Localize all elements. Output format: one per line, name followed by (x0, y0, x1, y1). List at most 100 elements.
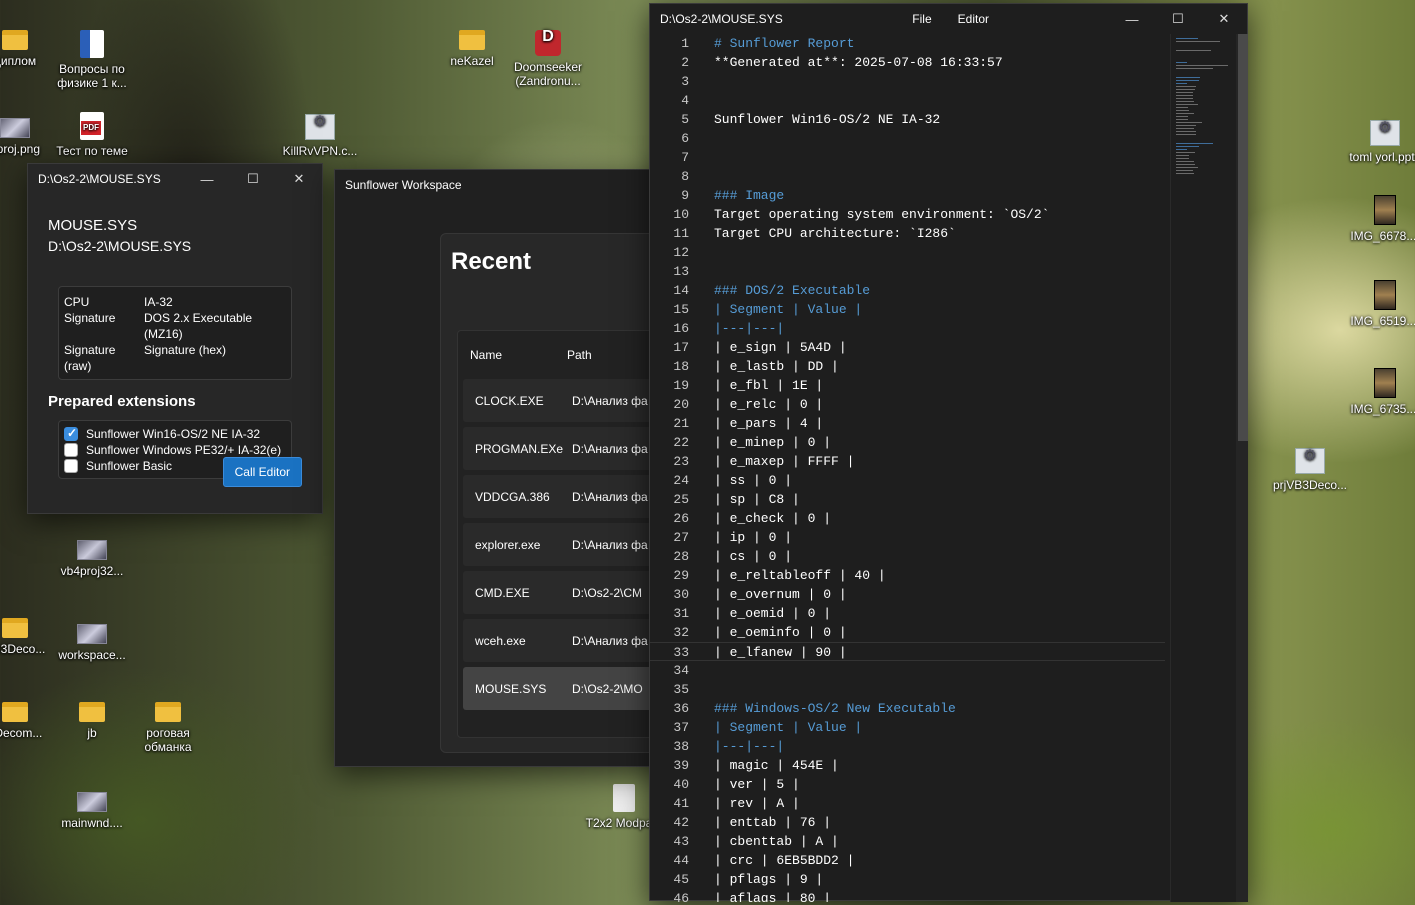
code-line: 23 | e_maxep | FFFF | (650, 452, 1165, 471)
extension-label: Sunflower Win16-OS/2 NE IA-32 (86, 427, 261, 441)
code-line: 10 Target operating system environment: `… (650, 205, 1165, 224)
menu-file[interactable]: File (912, 12, 931, 26)
line-text (689, 661, 714, 680)
minimap[interactable] (1170, 34, 1236, 902)
desktop-icon[interactable]: Тест по теме (52, 112, 132, 158)
desktop-icon[interactable]: mainwnd.... (52, 792, 132, 830)
minimap-line (1176, 119, 1188, 120)
info-row: Signature DOS 2.x Executable (MZ16) (64, 310, 286, 342)
line-text (689, 91, 714, 110)
desktop-icon[interactable]: 3proj.png (0, 118, 55, 156)
code-editor[interactable]: 1 # Sunflower Report 2 **Generated at**: 20… (650, 34, 1165, 902)
maximize-icon[interactable]: ☐ (230, 164, 276, 194)
menu-editor[interactable]: Editor (958, 12, 989, 26)
call-editor-button[interactable]: Call Editor (222, 457, 302, 487)
code-line: 7 (650, 148, 1165, 167)
desktop-icon-label: IMG_6735.... (1350, 402, 1415, 416)
desktop-icon-label: IMG_6678.... (1350, 229, 1415, 243)
desktop-icon[interactable]: ⚙ toml yorl.pptx (1345, 120, 1415, 164)
minimap-line (1176, 128, 1194, 129)
code-line: 42 | enttab | 76 | (650, 813, 1165, 832)
extensions-heading: Prepared extensions (48, 393, 196, 410)
image-icon (0, 118, 30, 138)
image-icon (77, 624, 107, 644)
close-icon[interactable]: ✕ (1201, 4, 1247, 34)
row-name: PROGMAN.EXe (475, 441, 564, 456)
folder-icon (155, 702, 181, 722)
desktop-icon[interactable]: D Doomseeker (Zandronu... (508, 29, 588, 89)
minimap-line (1176, 50, 1211, 51)
code-line: 34 (650, 661, 1165, 680)
desktop-icon[interactable]: IMG_6735.... (1345, 368, 1415, 416)
line-text: | e_lastb | DD | (714, 359, 839, 374)
photo-icon (1374, 368, 1396, 398)
line-text: | cbenttab | A | (714, 834, 839, 849)
row-name: CMD.EXE (475, 585, 530, 600)
minimap-line (1176, 161, 1194, 162)
line-number: 7 (681, 150, 689, 165)
minimap-line (1176, 62, 1187, 63)
desktop-icon[interactable]: jb (52, 702, 132, 740)
code-line: 6 (650, 129, 1165, 148)
desktop-icon-label: Тест по теме (56, 144, 128, 158)
line-text: | ip | 0 | (714, 530, 793, 545)
desktop-icon[interactable]: диплом (0, 30, 55, 68)
extension-label: Sunflower Windows PE32/+ IA-32(e) (86, 443, 282, 457)
title-bar[interactable]: Sunflower Workspace (335, 170, 673, 200)
line-number: 4 (681, 93, 689, 108)
column-header-name[interactable]: Name (458, 348, 567, 362)
extension-checkbox-pe[interactable]: Sunflower Windows PE32/+ IA-32(e) (64, 442, 286, 458)
line-text (689, 129, 714, 148)
desktop-icon[interactable]: vb4proj32... (52, 540, 132, 578)
minimap-line (1176, 92, 1193, 93)
close-icon[interactable]: ✕ (276, 164, 322, 194)
code-line: 46 | aflags | 80 | (650, 889, 1165, 902)
line-text: | sp | C8 | (714, 492, 800, 507)
vertical-scrollbar[interactable] (1236, 34, 1248, 902)
desktop-icon[interactable]: 3Decom... (0, 702, 55, 740)
line-number: 31 (673, 606, 689, 621)
line-number: 24 (673, 473, 689, 488)
code-line: 1 # Sunflower Report (650, 34, 1165, 53)
line-number: 18 (673, 359, 689, 374)
desktop-icon[interactable]: ⚙ prjVB3Deco... (1270, 448, 1350, 492)
checkbox-icon[interactable] (64, 443, 78, 457)
line-number: 22 (673, 435, 689, 450)
folder-icon (2, 618, 28, 638)
line-text: ### DOS/2 Executable (714, 283, 871, 298)
desktop-icon[interactable]: Вопросы по физике 1 к... (52, 30, 132, 90)
line-text: # Sunflower Report (714, 36, 855, 51)
checkbox-checked-icon[interactable] (64, 426, 78, 441)
line-number: 6 (681, 131, 689, 146)
minimap-line (1176, 38, 1198, 39)
desktop-icon[interactable]: IMG_6519.... (1345, 280, 1415, 328)
desktop-icon[interactable]: роговая обманка (128, 702, 208, 754)
extension-checkbox-ne[interactable]: Sunflower Win16-OS/2 NE IA-32 (64, 426, 286, 442)
line-text: ### Windows-OS/2 New Executable (714, 701, 956, 716)
line-number: 19 (673, 378, 689, 393)
minimize-icon[interactable]: — (1109, 4, 1155, 34)
line-number: 37 (673, 720, 689, 735)
desktop-icon[interactable]: neKazel (432, 30, 512, 68)
image-icon (77, 792, 107, 812)
minimap-line (1176, 107, 1188, 108)
line-number: 39 (673, 758, 689, 773)
file-heading: MOUSE.SYS D:\Os2-2\MOUSE.SYS (48, 216, 322, 256)
scrollbar-thumb[interactable] (1238, 34, 1248, 441)
desktop-icon[interactable]: IMG_6678.... (1345, 195, 1415, 243)
info-value: DOS 2.x Executable (MZ16) (144, 311, 253, 341)
line-number: 46 (673, 891, 689, 902)
checkbox-icon[interactable] (64, 459, 78, 473)
line-text: Target operating system environment: `OS… (714, 207, 1050, 222)
desktop-icon[interactable]: VB3Deco... (0, 618, 55, 656)
line-number: 44 (673, 853, 689, 868)
title-bar[interactable]: D:\Os2-2\MOUSE.SYS File Editor — ☐ ✕ (650, 4, 1247, 34)
line-number: 27 (673, 530, 689, 545)
desktop-icon[interactable]: workspace... (52, 624, 132, 662)
minimize-icon[interactable]: — (184, 164, 230, 194)
minimap-line (1176, 89, 1196, 90)
title-bar[interactable]: D:\Os2-2\MOUSE.SYS — ☐ ✕ (28, 164, 322, 194)
desktop-icon[interactable]: ⚙ KillRvVPN.c... (280, 114, 360, 158)
code-line: 22 | e_minep | 0 | (650, 433, 1165, 452)
maximize-icon[interactable]: ☐ (1155, 4, 1201, 34)
